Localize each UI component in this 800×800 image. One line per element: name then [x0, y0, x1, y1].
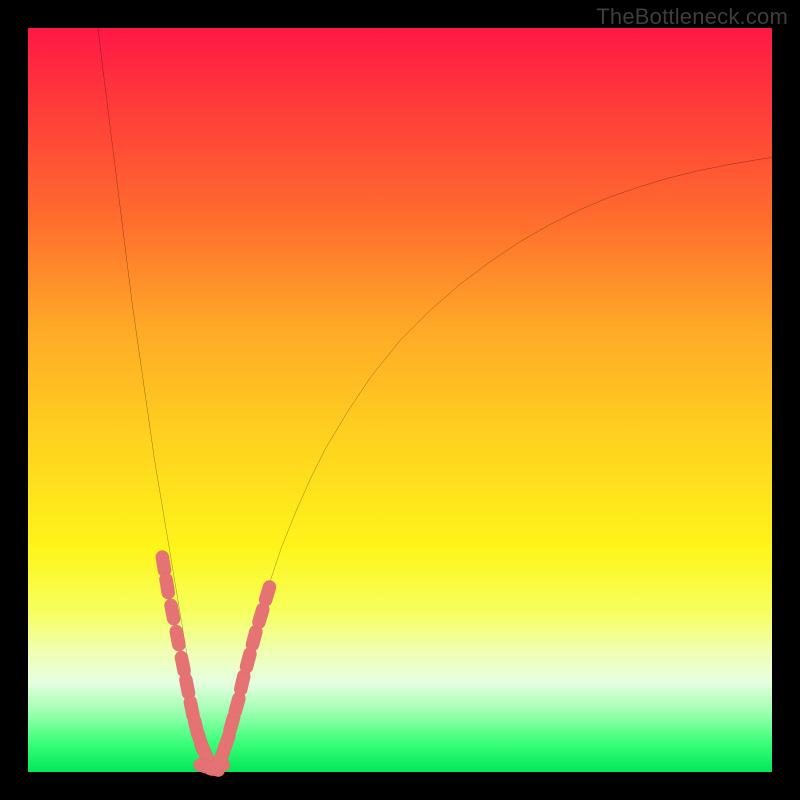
curve-markers [155, 549, 278, 778]
plot-area [28, 28, 772, 772]
marker-point [158, 572, 176, 601]
marker-point [163, 598, 181, 627]
marker-point [257, 579, 278, 609]
watermark-text: TheBottleneck.com [596, 4, 788, 30]
marker-point [168, 624, 186, 653]
bottleneck-curve [98, 28, 772, 769]
chart-frame: TheBottleneck.com [0, 0, 800, 800]
curve-svg [28, 28, 772, 772]
